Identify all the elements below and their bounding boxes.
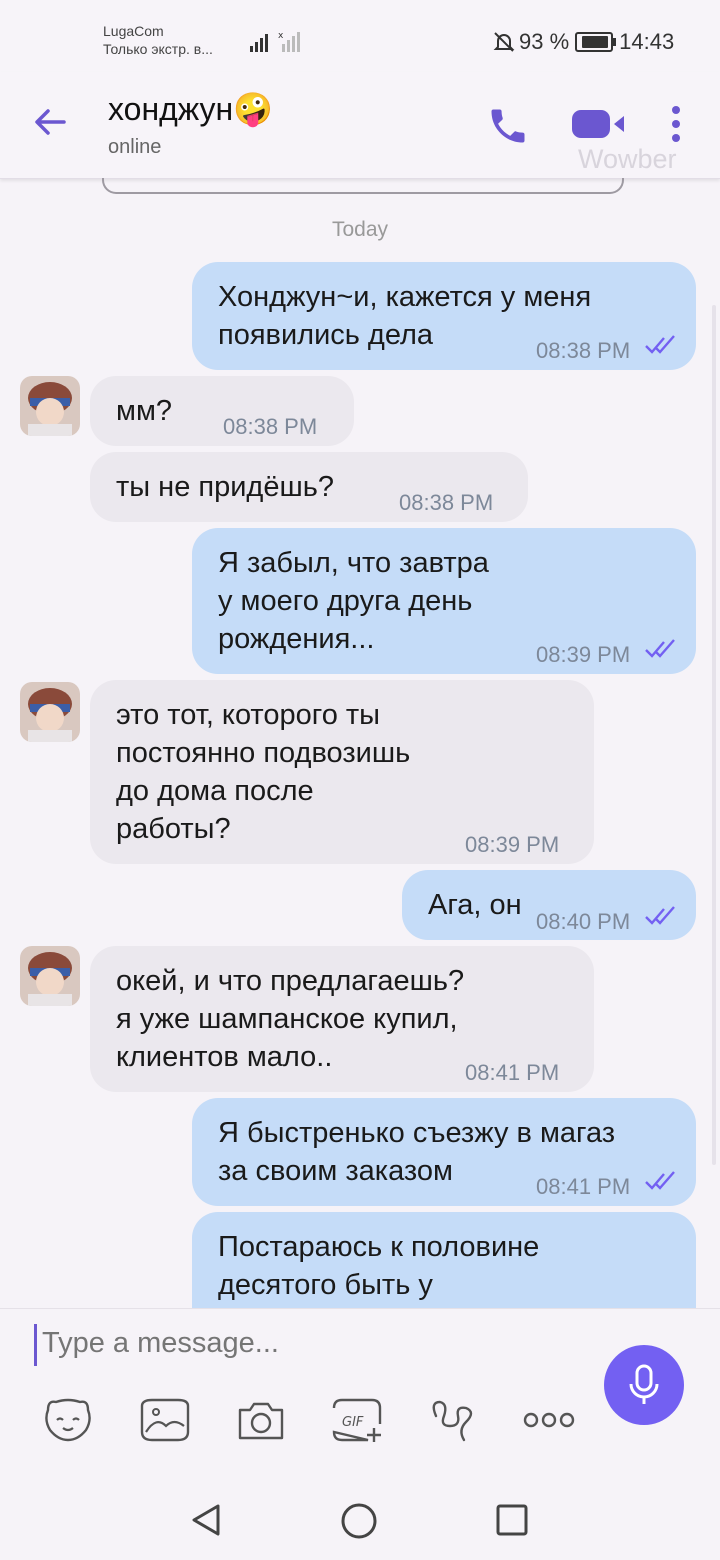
- microphone-icon: [629, 1364, 659, 1404]
- read-receipt-icon: [645, 906, 675, 925]
- message-bubble-outgoing[interactable]: Я быстренько съезжу в магаз за своим зак…: [192, 1098, 696, 1206]
- svg-text:x: x: [278, 31, 284, 41]
- signal-icon: x: [250, 31, 300, 52]
- message-bubble-outgoing[interactable]: Хонджун~и, кажется у меня появились дела…: [192, 262, 696, 370]
- svg-text:GIF: GIF: [342, 1415, 364, 1430]
- message-time: 08:38 PM: [536, 338, 631, 363]
- read-receipt-icon: [645, 639, 675, 658]
- more-options-icon[interactable]: [666, 104, 686, 148]
- gif-icon[interactable]: GIF: [330, 1396, 384, 1444]
- message-bubble-incoming[interactable]: мм? 08:38 PM: [90, 376, 354, 446]
- battery-icon: [575, 32, 617, 52]
- sticker-icon[interactable]: [42, 1396, 94, 1444]
- message-time: 08:39 PM: [465, 832, 560, 857]
- message-bubble-incoming[interactable]: это тот, которого ты постоянно подвозишь…: [90, 680, 594, 864]
- more-icon[interactable]: [522, 1396, 576, 1444]
- message-time: 08:38 PM: [399, 490, 494, 515]
- system-nav-bar: [0, 1468, 720, 1560]
- back-arrow-icon[interactable]: [30, 102, 70, 142]
- read-receipt-icon: [645, 1171, 675, 1190]
- message-bubble-outgoing[interactable]: Ага, он 08:40 PM: [402, 870, 696, 940]
- read-receipt-icon: [645, 335, 675, 354]
- clock: 14:43: [619, 29, 675, 54]
- carrier-status: Только экстр. в...: [103, 41, 213, 57]
- camera-icon[interactable]: [234, 1396, 288, 1444]
- message-time: 08:41 PM: [536, 1174, 631, 1199]
- nav-recents-icon[interactable]: [494, 1502, 530, 1538]
- message-time: 08:38 PM: [223, 414, 318, 439]
- mute-bell-icon: [493, 32, 515, 52]
- contact-name[interactable]: хонджун🤪: [108, 90, 273, 128]
- nav-home-icon[interactable]: [340, 1502, 378, 1540]
- avatar[interactable]: [20, 946, 80, 1006]
- nav-back-icon[interactable]: [188, 1502, 224, 1538]
- battery-percent: 93 %: [519, 29, 570, 54]
- pinned-banner-edge: [102, 178, 624, 194]
- watermark: Wowber: [578, 144, 677, 174]
- doodle-icon[interactable]: [426, 1396, 480, 1444]
- video-call-icon[interactable]: [570, 106, 628, 142]
- avatar[interactable]: [20, 682, 80, 742]
- message-time: 08:40 PM: [536, 909, 631, 934]
- message-bubble-incoming[interactable]: окей, и что предлагаешь? я уже шампанско…: [90, 946, 594, 1092]
- message-text: Постараюсь к половине десятого быть у: [218, 1231, 540, 1301]
- scrollbar[interactable]: [712, 305, 716, 1165]
- message-bubble-outgoing[interactable]: Я забыл, что завтра у моего друга день р…: [192, 528, 696, 674]
- date-separator: Today: [331, 218, 389, 241]
- phone-icon[interactable]: [486, 104, 530, 148]
- carrier-info: LugaCom Только экстр. в...: [103, 22, 213, 58]
- message-input[interactable]: [40, 1326, 564, 1361]
- contact-status: online: [108, 136, 162, 158]
- message-time: 08:39 PM: [536, 642, 631, 667]
- message-bubble-incoming[interactable]: ты не придёшь? 08:38 PM: [90, 452, 528, 522]
- message-time: 08:41 PM: [465, 1060, 560, 1085]
- avatar[interactable]: [20, 376, 80, 436]
- image-icon[interactable]: [138, 1396, 192, 1444]
- voice-message-button[interactable]: [604, 1345, 684, 1425]
- status-bar: LugaCom Только экстр. в... x 93 % 14:43: [0, 0, 720, 72]
- text-cursor: [34, 1324, 37, 1366]
- carrier-name: LugaCom: [103, 23, 164, 39]
